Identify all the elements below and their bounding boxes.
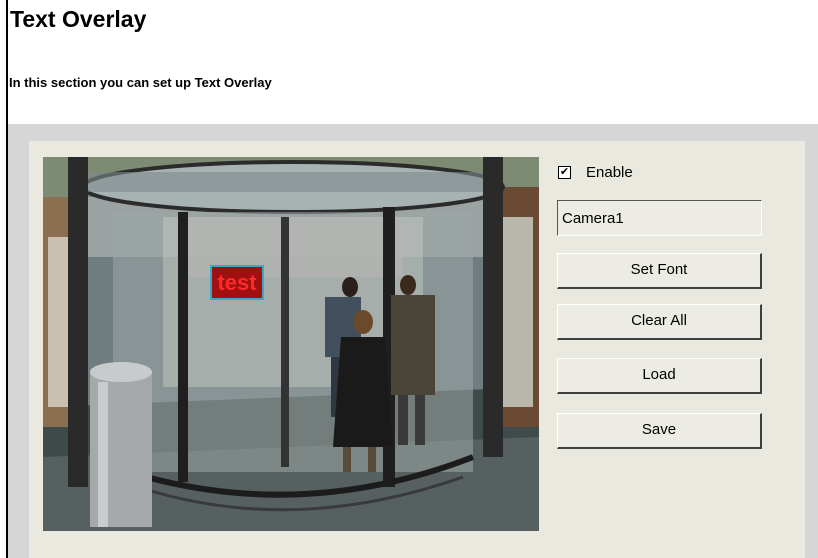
enable-row[interactable]: ✔ Enable bbox=[558, 161, 633, 183]
save-button[interactable]: Save bbox=[557, 413, 762, 449]
enable-checkbox[interactable]: ✔ bbox=[558, 165, 571, 179]
page-title: Text Overlay bbox=[10, 6, 147, 32]
page-subtitle: In this section you can set up Text Over… bbox=[9, 75, 272, 90]
load-button[interactable]: Load bbox=[557, 358, 762, 394]
enable-label: Enable bbox=[586, 163, 633, 181]
camera-preview-image bbox=[43, 157, 539, 531]
clear-all-button[interactable]: Clear All bbox=[557, 304, 762, 340]
camera-preview[interactable] bbox=[43, 157, 539, 531]
overlay-text-input[interactable] bbox=[557, 200, 762, 236]
text-overlay-preview[interactable]: test bbox=[210, 265, 264, 300]
set-font-button[interactable]: Set Font bbox=[557, 253, 762, 289]
